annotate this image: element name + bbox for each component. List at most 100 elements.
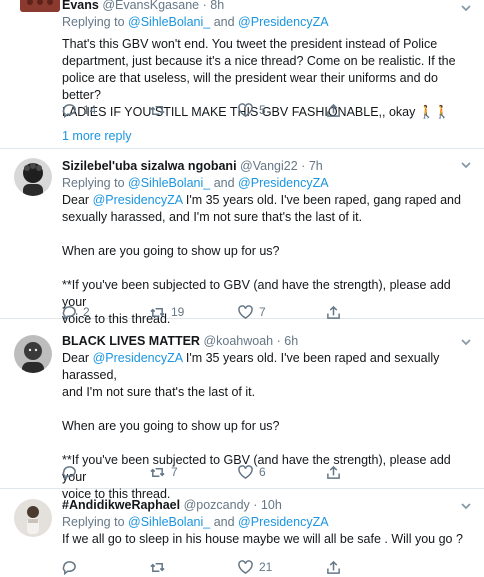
tweet-text-line: When are you going to show up for us?: [62, 244, 280, 258]
mention-link[interactable]: @SihleBolani_: [128, 176, 210, 190]
mention-link[interactable]: @SihleBolani_: [128, 515, 210, 529]
user-handle[interactable]: @Vangi22: [240, 159, 298, 173]
tweet-text-line: [62, 401, 476, 418]
like-button[interactable]: 21: [238, 559, 326, 575]
avatar[interactable]: [14, 335, 52, 373]
replying-and: and: [213, 515, 235, 529]
tweet-text-line: When are you going to show up for us?: [62, 419, 280, 433]
like-button[interactable]: 7: [238, 304, 326, 320]
tweet-text-line: That's this GBV won't end. You tweet the…: [62, 37, 438, 51]
reply-icon: [62, 305, 76, 320]
mention-link[interactable]: @PresidencyZA: [93, 351, 183, 365]
separator-dot: ·: [301, 159, 306, 173]
tweet-text-line: [62, 260, 476, 277]
tweet-header: BLACK LIVES MATTER @koahwoah · 6h: [62, 333, 476, 349]
display-name[interactable]: BLACK LIVES MATTER: [62, 334, 200, 348]
avatar[interactable]: [14, 158, 52, 196]
retweet-button[interactable]: 19: [150, 305, 238, 320]
timestamp[interactable]: 7h: [309, 159, 323, 173]
reply-count: 14: [83, 103, 97, 117]
retweet-button[interactable]: 7: [150, 465, 238, 480]
like-icon: [238, 559, 253, 574]
mention-link[interactable]: @PresidencyZA: [238, 515, 329, 529]
like-icon: [238, 102, 253, 117]
mention-link[interactable]: @SihleBolani_: [128, 15, 210, 29]
user-handle[interactable]: @pozcandy: [184, 498, 250, 512]
tweet-text-line: Dear @PresidencyZA I'm 35 years old. I'v…: [62, 192, 476, 209]
tweet-text-line: Dear @PresidencyZA I'm 35 years old. I'v…: [62, 350, 476, 384]
share-button[interactable]: [326, 465, 414, 480]
avatar[interactable]: [20, 0, 60, 12]
retweet-button[interactable]: [150, 103, 238, 118]
replying-and: and: [213, 176, 235, 190]
reply-button[interactable]: 14: [62, 103, 150, 118]
display-name[interactable]: Sizilebel'uba sizalwa ngobani: [62, 159, 237, 173]
tweet-text-line: sexually harassed, and I'm not sure that…: [62, 210, 363, 224]
tweet[interactable]: BLACK LIVES MATTER @koahwoah · 6h Dear @…: [0, 319, 484, 501]
mention-link[interactable]: @PresidencyZA: [238, 176, 329, 190]
timestamp[interactable]: 6h: [284, 334, 298, 348]
tweet-text: If we all go to sleep in his house maybe…: [62, 531, 476, 548]
like-count: 7: [259, 305, 266, 319]
tweet-text-segment: Dear: [62, 351, 93, 365]
share-button[interactable]: [326, 103, 414, 118]
tweet-header: Sizilebel'uba sizalwa ngobani @Vangi22 ·…: [62, 158, 476, 174]
tweet-header: Evans @EvansKgasane · 8h: [62, 0, 476, 13]
share-icon: [327, 305, 340, 319]
replying-label: Replying to: [62, 515, 125, 529]
brick-image: [20, 0, 60, 12]
like-button[interactable]: 5: [238, 102, 326, 118]
separator-dot: ·: [276, 334, 281, 348]
avatar-image: [14, 499, 52, 537]
tweet-actions: 14 5: [62, 101, 414, 119]
separator-dot: ·: [253, 498, 258, 512]
tweet-text-line: [62, 226, 476, 243]
reply-icon: [62, 465, 76, 480]
user-handle[interactable]: @koahwoah: [203, 334, 273, 348]
replying-label: Replying to: [62, 15, 125, 29]
tweet-text-segment: I'm 35 years old. I've been raped, gang …: [182, 193, 461, 207]
tweet-text-line: police are that useless, will the presid…: [62, 71, 438, 102]
avatar[interactable]: [14, 499, 52, 537]
like-button[interactable]: 6: [238, 464, 326, 480]
retweet-count: 7: [171, 465, 178, 479]
retweet-icon: [150, 307, 165, 317]
tweet[interactable]: #AndidikweRaphael @pozcandy · 10h Replyi…: [0, 489, 484, 577]
like-icon: [238, 304, 253, 319]
tweet-actions: 7 6: [62, 463, 414, 481]
user-handle[interactable]: @EvansKgasane: [102, 0, 199, 12]
timestamp[interactable]: 8h: [210, 0, 224, 12]
display-name[interactable]: #AndidikweRaphael: [62, 498, 180, 512]
share-button[interactable]: [326, 305, 414, 320]
share-icon: [327, 103, 340, 117]
display-name[interactable]: Evans: [62, 0, 99, 12]
replying-and: and: [213, 15, 235, 29]
tweet-text-segment: Dear: [62, 193, 93, 207]
tweet[interactable]: Sizilebel'uba sizalwa ngobani @Vangi22 ·…: [0, 149, 484, 326]
replying-label: Replying to: [62, 176, 125, 190]
tweet-text-line: and I'm not sure that's the last of it.: [62, 385, 256, 399]
reply-button[interactable]: [62, 560, 150, 575]
retweet-button[interactable]: [150, 560, 238, 575]
tweet-text-line: [62, 435, 476, 452]
separator-dot: ·: [202, 0, 207, 12]
reply-icon: [62, 103, 76, 118]
reply-icon: [62, 560, 76, 575]
mention-link[interactable]: @PresidencyZA: [238, 15, 329, 29]
retweet-icon: [150, 105, 165, 115]
like-icon: [238, 464, 253, 479]
replying-to: Replying to @SihleBolani_ and @Presidenc…: [62, 13, 476, 31]
tweet-header: #AndidikweRaphael @pozcandy · 10h: [62, 497, 476, 513]
replying-to: Replying to @SihleBolani_ and @Presidenc…: [62, 513, 476, 531]
timestamp[interactable]: 10h: [261, 498, 282, 512]
like-count: 6: [259, 465, 266, 479]
share-button[interactable]: [326, 560, 414, 575]
reply-button[interactable]: [62, 465, 150, 480]
mention-link[interactable]: @PresidencyZA: [93, 193, 183, 207]
more-replies-link[interactable]: 1 more reply: [62, 129, 131, 143]
retweet-icon: [150, 467, 165, 477]
replying-to: Replying to @SihleBolani_ and @Presidenc…: [62, 174, 476, 192]
tweet[interactable]: Evans @EvansKgasane · 8h Replying to @Si…: [0, 0, 484, 149]
reply-button[interactable]: 2: [62, 305, 150, 320]
retweet-count: 19: [171, 305, 185, 319]
